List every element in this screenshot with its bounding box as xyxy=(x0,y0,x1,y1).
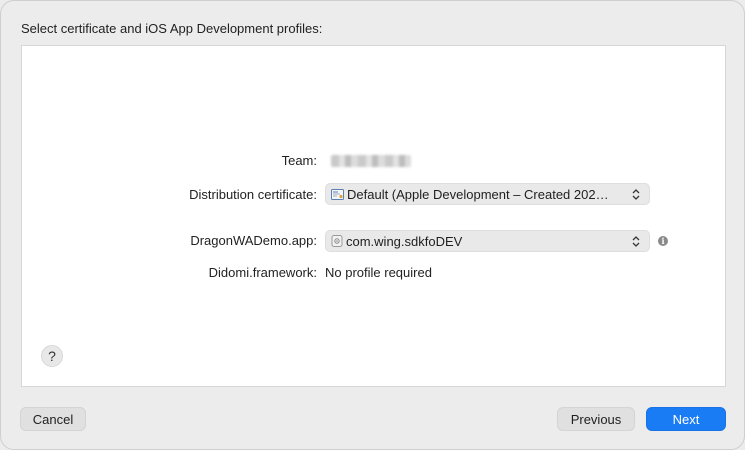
info-icon[interactable]: i xyxy=(658,236,668,246)
distribution-certificate-value: Default (Apple Development – Created 202… xyxy=(347,186,609,202)
team-label: Team: xyxy=(281,153,317,168)
provisioning-profile-icon xyxy=(331,235,343,247)
distribution-certificate-label: Distribution certificate: xyxy=(189,187,317,202)
framework-value: No profile required xyxy=(325,265,432,280)
certificate-icon xyxy=(331,188,344,200)
next-button[interactable]: Next xyxy=(646,407,726,431)
distribution-certificate-popup[interactable]: Default (Apple Development – Created 202… xyxy=(325,183,650,205)
framework-label: Didomi.framework: xyxy=(208,265,317,280)
signing-sheet: Select certificate and iOS App Developme… xyxy=(0,0,745,450)
signing-panel: Team: Distribution certificate: Default … xyxy=(21,45,726,387)
app-label: DragonWADemo.app: xyxy=(190,233,317,248)
chevron-updown-icon xyxy=(628,188,644,200)
app-profile-popup[interactable]: com.wing.sdkfoDEV xyxy=(325,230,650,252)
chevron-updown-icon xyxy=(628,235,644,247)
cancel-button[interactable]: Cancel xyxy=(20,407,86,431)
previous-button[interactable]: Previous xyxy=(557,407,635,431)
team-value-redacted xyxy=(331,155,411,167)
help-button[interactable]: ? xyxy=(41,345,63,367)
sheet-heading: Select certificate and iOS App Developme… xyxy=(21,21,323,36)
app-profile-value: com.wing.sdkfoDEV xyxy=(346,233,463,249)
